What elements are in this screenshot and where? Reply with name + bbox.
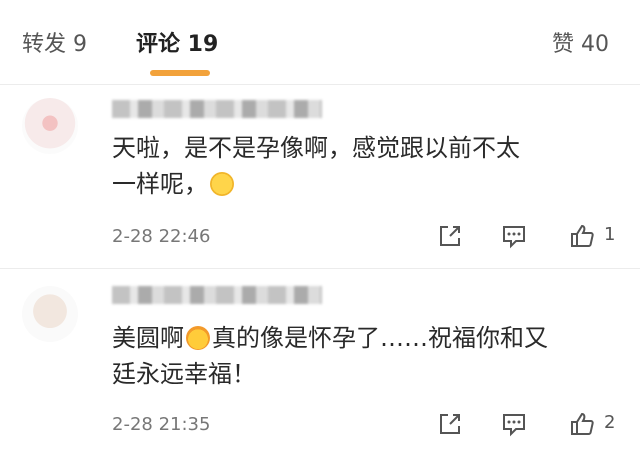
comment-item: 天啦，是不是孕像啊，感觉跟以前不太 一样呢， 2-28 22:46 1 — [0, 84, 640, 268]
comment-text-line: 美圆啊 真的像是怀孕了……祝福你和又 — [112, 320, 612, 356]
comment-text-part: 真的像是怀孕了……祝福你和又 — [212, 324, 548, 352]
comment-time: 2-28 21:35 — [112, 414, 211, 435]
comment-text-line: 天啦，是不是孕像啊，感觉跟以前不太 — [112, 134, 520, 162]
tab-comments[interactable]: 评论 19 — [136, 26, 218, 58]
share-icon[interactable] — [436, 222, 464, 250]
tab-forward[interactable]: 转发 9 — [22, 26, 87, 58]
comment-time: 2-28 22:46 — [112, 226, 211, 247]
comment-icon[interactable] — [500, 410, 528, 438]
username-blurred[interactable] — [112, 100, 322, 118]
active-tab-indicator — [150, 70, 210, 76]
like-count: 2 — [604, 412, 616, 433]
crying-laughing-emoji-icon — [210, 172, 234, 196]
thumbs-up-icon[interactable] — [568, 222, 596, 250]
tab-likes[interactable]: 赞 40 — [552, 26, 609, 58]
comment-actions: 2 — [432, 410, 622, 438]
comment-text-part: 一样呢， — [112, 170, 208, 198]
username-blurred[interactable] — [112, 286, 322, 304]
comment-text: 天啦，是不是孕像啊，感觉跟以前不太 一样呢， — [112, 130, 612, 202]
share-icon[interactable] — [436, 410, 464, 438]
tab-bar: 转发 9 评论 19 赞 40 — [0, 0, 640, 84]
blushing-emoji-icon — [186, 326, 210, 350]
comment-text-part: 美圆啊 — [112, 324, 184, 352]
comment-text-line: 一样呢， — [112, 166, 612, 202]
comment-item: 美圆啊 真的像是怀孕了……祝福你和又 廷永远幸福！ 2-28 21:35 2 — [0, 268, 640, 452]
like-count: 1 — [604, 224, 616, 245]
comment-actions: 1 — [432, 222, 622, 250]
comment-text-line: 廷永远幸福！ — [112, 360, 256, 388]
thumbs-up-icon[interactable] — [568, 410, 596, 438]
avatar[interactable] — [22, 98, 78, 154]
comment-text: 美圆啊 真的像是怀孕了……祝福你和又 廷永远幸福！ — [112, 320, 612, 392]
comment-icon[interactable] — [500, 222, 528, 250]
avatar[interactable] — [22, 286, 78, 342]
